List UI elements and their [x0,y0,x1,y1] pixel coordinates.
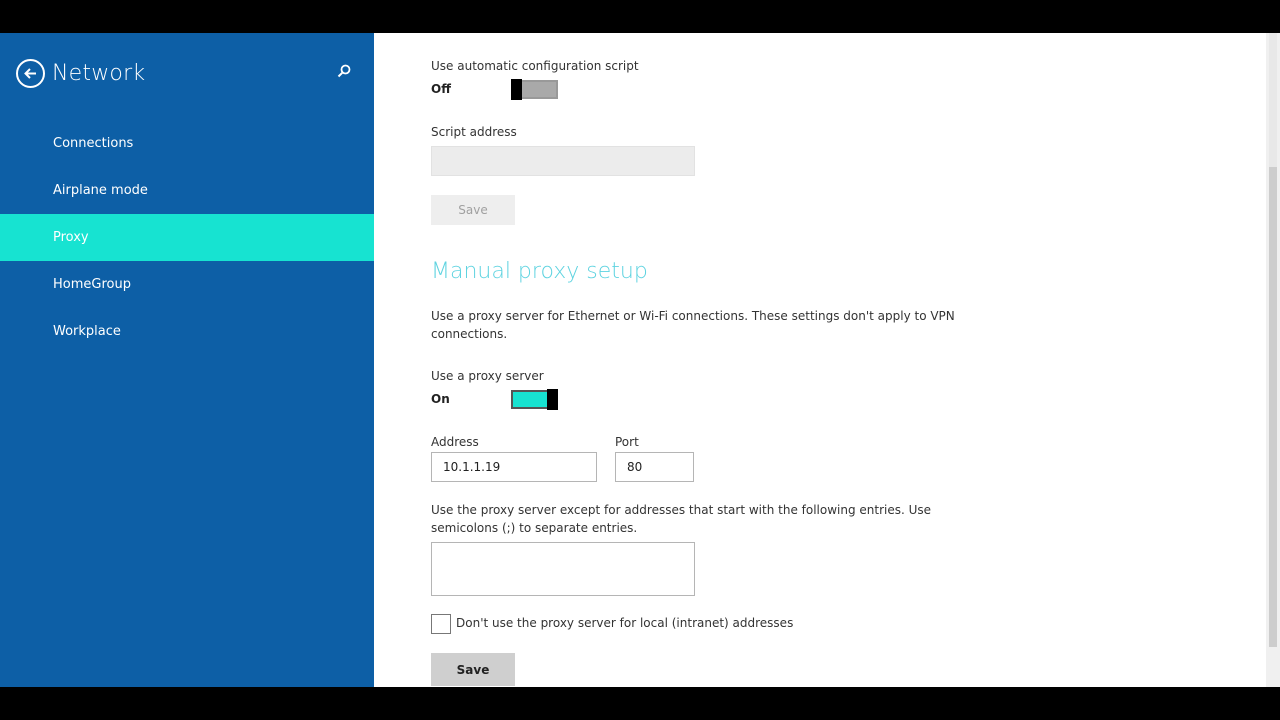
auto-script-toggle[interactable] [511,79,558,100]
back-arrow-icon [24,68,36,79]
use-proxy-label: Use a proxy server [431,369,544,383]
sidebar-header: Network [16,59,145,88]
proxy-settings-panel: Use automatic configuration script Off S… [374,33,1280,687]
sidebar-item-airplane-mode[interactable]: Airplane mode [0,167,374,214]
toggle-thumb [547,389,558,410]
search-button[interactable] [336,63,352,83]
sidebar-nav: Connections Airplane mode Proxy HomeGrou… [0,120,374,355]
local-addresses-label[interactable]: Don't use the proxy server for local (in… [456,616,793,630]
port-label: Port [615,435,639,449]
manual-proxy-description: Use a proxy server for Ethernet or Wi-Fi… [431,309,955,341]
script-address-label: Script address [431,125,517,139]
sidebar: Network Connections Airplane mode Proxy … [0,33,374,687]
use-proxy-toggle[interactable] [511,389,558,410]
sidebar-item-workplace[interactable]: Workplace [0,308,374,355]
manual-save-button[interactable]: Save [431,653,515,686]
auto-script-label: Use automatic configuration script [431,59,639,73]
settings-window: Network Connections Airplane mode Proxy … [0,33,1280,687]
back-button[interactable] [16,59,45,88]
port-field[interactable]: 80 [615,452,694,482]
exceptions-field[interactable] [431,542,695,596]
sidebar-item-proxy[interactable]: Proxy [0,214,374,261]
scroll-thumb[interactable] [1269,167,1277,647]
address-label: Address [431,435,479,449]
scroll-track-top [1269,33,1277,167]
exceptions-label: Use the proxy server except for addresse… [431,503,932,535]
use-proxy-state: On [431,392,450,406]
script-address-field[interactable] [431,146,695,176]
sidebar-item-connections[interactable]: Connections [0,120,374,167]
address-field[interactable]: 10.1.1.19 [431,452,597,482]
toggle-thumb [511,79,522,100]
vertical-scrollbar[interactable] [1266,33,1280,687]
auto-save-button[interactable]: Save [431,195,515,225]
sidebar-item-homegroup[interactable]: HomeGroup [0,261,374,308]
search-icon [337,64,351,78]
auto-script-state: Off [431,82,451,96]
page-title: Network [52,61,146,86]
manual-proxy-heading: Manual proxy setup [431,259,648,284]
local-addresses-checkbox[interactable] [431,614,451,634]
